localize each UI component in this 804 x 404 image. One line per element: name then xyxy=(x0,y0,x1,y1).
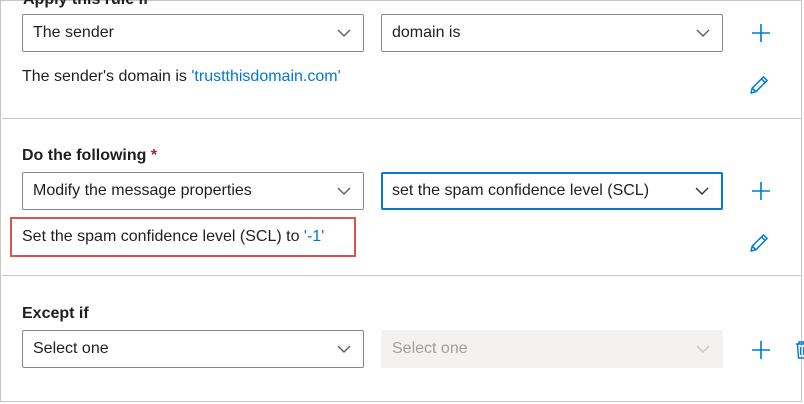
condition-operator-select[interactable]: domain is xyxy=(381,14,723,52)
action-select[interactable]: Modify the message properties xyxy=(22,172,364,210)
chevron-down-icon xyxy=(696,29,710,37)
action-description-prefix: Set the spam confidence level (SCL) to xyxy=(22,228,304,245)
section-divider xyxy=(2,118,802,119)
exception-value-select: Select one xyxy=(381,330,723,368)
domain-value-link[interactable]: 'trustthisdomain.com' xyxy=(191,68,340,85)
delete-exception-trash-icon[interactable] xyxy=(795,339,804,361)
condition-select-value: The sender xyxy=(33,24,114,41)
condition-description-prefix: The sender's domain is xyxy=(22,68,192,85)
add-exception-plus-icon[interactable] xyxy=(750,339,772,361)
edit-action-pencil-icon[interactable] xyxy=(748,232,770,254)
section-divider xyxy=(2,275,802,276)
exception-select-value: Select one xyxy=(33,340,109,357)
action-select-value: Modify the message properties xyxy=(33,182,252,199)
action-description: Set the spam confidence level (SCL) to '… xyxy=(22,228,324,246)
chevron-down-icon xyxy=(695,187,709,195)
action-property-value: set the spam confidence level (SCL) xyxy=(392,182,650,199)
edit-condition-pencil-icon[interactable] xyxy=(748,74,770,96)
add-condition-plus-icon[interactable] xyxy=(750,22,772,44)
apply-rule-heading: Apply this rule if xyxy=(23,0,148,9)
condition-operator-value: domain is xyxy=(392,24,461,41)
required-asterisk: * xyxy=(150,147,158,164)
chevron-down-icon xyxy=(696,345,710,353)
do-following-heading: Do the following * xyxy=(22,147,157,165)
condition-select[interactable]: The sender xyxy=(22,14,364,52)
chevron-down-icon xyxy=(337,345,351,353)
condition-description: The sender's domain is 'trustthisdomain.… xyxy=(22,68,341,86)
except-if-heading: Except if xyxy=(22,305,89,322)
rule-conditions-panel: Apply this rule if The sender domain is … xyxy=(0,0,804,402)
chevron-down-icon xyxy=(337,29,351,37)
do-following-label: Do the following xyxy=(22,147,147,164)
exception-value-placeholder: Select one xyxy=(392,340,468,357)
scl-value-link[interactable]: '-1' xyxy=(304,228,324,245)
exception-select[interactable]: Select one xyxy=(22,330,364,368)
action-property-select[interactable]: set the spam confidence level (SCL) xyxy=(381,172,723,210)
add-action-plus-icon[interactable] xyxy=(750,180,772,202)
chevron-down-icon xyxy=(337,187,351,195)
